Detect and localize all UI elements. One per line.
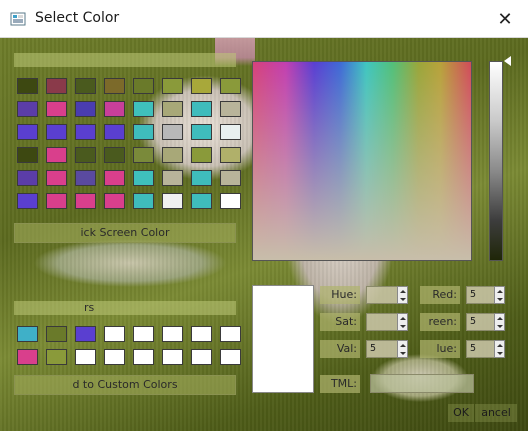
custom-color-swatch[interactable] bbox=[220, 326, 241, 342]
basic-color-swatch[interactable] bbox=[75, 124, 96, 140]
basic-color-swatch[interactable] bbox=[191, 101, 212, 117]
basic-color-swatch[interactable] bbox=[104, 78, 125, 94]
red-label: Red: bbox=[420, 286, 460, 304]
basic-color-swatch[interactable] bbox=[75, 193, 96, 209]
basic-color-swatch[interactable] bbox=[133, 170, 154, 186]
basic-color-swatch[interactable] bbox=[17, 170, 38, 186]
window-title: Select Color bbox=[35, 10, 120, 26]
title-bar: Select Color ✕ bbox=[0, 0, 528, 38]
basic-color-swatch[interactable] bbox=[75, 78, 96, 94]
custom-color-swatch[interactable] bbox=[17, 326, 38, 342]
custom-color-swatch[interactable] bbox=[133, 349, 154, 365]
basic-color-swatch[interactable] bbox=[220, 124, 241, 140]
basic-color-swatch[interactable] bbox=[104, 147, 125, 163]
basic-color-swatch[interactable] bbox=[17, 101, 38, 117]
dialog-body: ick Screen Color rs d to Custom Colors H… bbox=[0, 38, 528, 431]
basic-color-swatch[interactable] bbox=[46, 124, 67, 140]
green-spinner[interactable] bbox=[494, 313, 505, 331]
pick-screen-color-button[interactable]: ick Screen Color bbox=[14, 223, 236, 243]
custom-color-swatch[interactable] bbox=[191, 326, 212, 342]
cancel-button[interactable]: ancel bbox=[475, 404, 517, 422]
close-icon: ✕ bbox=[497, 8, 513, 30]
basic-color-swatch[interactable] bbox=[191, 147, 212, 163]
custom-color-swatch[interactable] bbox=[162, 326, 183, 342]
basic-color-swatch[interactable] bbox=[17, 147, 38, 163]
add-to-custom-colors-button[interactable]: d to Custom Colors bbox=[14, 375, 236, 395]
custom-color-swatch[interactable] bbox=[220, 349, 241, 365]
basic-color-swatch[interactable] bbox=[104, 124, 125, 140]
basic-color-swatch[interactable] bbox=[46, 170, 67, 186]
blue-label: lue: bbox=[420, 340, 460, 358]
custom-color-swatch[interactable] bbox=[133, 326, 154, 342]
basic-color-swatch[interactable] bbox=[17, 78, 38, 94]
luminance-slider[interactable] bbox=[489, 61, 503, 261]
basic-color-swatch[interactable] bbox=[104, 193, 125, 209]
basic-color-swatch[interactable] bbox=[191, 124, 212, 140]
basic-color-swatch[interactable] bbox=[162, 147, 183, 163]
sat-input[interactable] bbox=[366, 313, 398, 331]
custom-color-swatch[interactable] bbox=[46, 326, 67, 342]
basic-color-swatch[interactable] bbox=[162, 101, 183, 117]
custom-color-swatch[interactable] bbox=[75, 326, 96, 342]
basic-color-swatch[interactable] bbox=[17, 124, 38, 140]
basic-color-swatch[interactable] bbox=[17, 193, 38, 209]
custom-color-swatch[interactable] bbox=[46, 349, 67, 365]
basic-color-swatch[interactable] bbox=[46, 193, 67, 209]
basic-color-swatch[interactable] bbox=[133, 101, 154, 117]
basic-color-swatch[interactable] bbox=[162, 78, 183, 94]
ok-button[interactable]: OK bbox=[448, 404, 474, 422]
basic-color-swatch[interactable] bbox=[133, 78, 154, 94]
hue-spinner[interactable] bbox=[397, 286, 408, 304]
custom-color-swatch[interactable] bbox=[162, 349, 183, 365]
basic-color-swatch[interactable] bbox=[220, 78, 241, 94]
basic-color-swatch[interactable] bbox=[133, 147, 154, 163]
custom-color-swatch[interactable] bbox=[17, 349, 38, 365]
basic-color-swatch[interactable] bbox=[133, 124, 154, 140]
val-label: Val: bbox=[320, 340, 360, 358]
basic-color-swatch[interactable] bbox=[220, 101, 241, 117]
basic-color-swatch[interactable] bbox=[191, 78, 212, 94]
basic-color-swatch[interactable] bbox=[75, 101, 96, 117]
basic-color-swatch[interactable] bbox=[220, 147, 241, 163]
luminance-arrow-icon[interactable] bbox=[504, 56, 511, 66]
current-color-preview bbox=[252, 285, 314, 393]
sat-label: Sat: bbox=[320, 313, 360, 331]
custom-color-swatch[interactable] bbox=[75, 349, 96, 365]
basic-colors-label bbox=[14, 53, 236, 67]
basic-color-swatch[interactable] bbox=[104, 101, 125, 117]
custom-color-swatch[interactable] bbox=[104, 326, 125, 342]
basic-color-swatch[interactable] bbox=[75, 147, 96, 163]
sat-spinner[interactable] bbox=[397, 313, 408, 331]
basic-color-swatch[interactable] bbox=[220, 170, 241, 186]
basic-color-swatch[interactable] bbox=[133, 193, 154, 209]
basic-color-swatch[interactable] bbox=[46, 147, 67, 163]
basic-color-swatch[interactable] bbox=[191, 193, 212, 209]
basic-color-swatch[interactable] bbox=[46, 101, 67, 117]
basic-color-swatch[interactable] bbox=[162, 170, 183, 186]
val-input[interactable]: 5 bbox=[366, 340, 398, 358]
hue-label: Hue: bbox=[320, 286, 360, 304]
close-button[interactable]: ✕ bbox=[482, 0, 528, 38]
custom-color-swatch[interactable] bbox=[104, 349, 125, 365]
custom-colors-label: rs bbox=[14, 301, 236, 315]
color-dialog-icon bbox=[10, 12, 26, 26]
blue-spinner[interactable] bbox=[494, 340, 505, 358]
basic-color-swatch[interactable] bbox=[104, 170, 125, 186]
basic-color-swatch[interactable] bbox=[191, 170, 212, 186]
basic-color-swatch[interactable] bbox=[220, 193, 241, 209]
basic-color-swatch[interactable] bbox=[162, 193, 183, 209]
basic-color-swatch[interactable] bbox=[162, 124, 183, 140]
hue-input[interactable] bbox=[366, 286, 398, 304]
html-input[interactable] bbox=[370, 374, 474, 393]
basic-color-swatch[interactable] bbox=[46, 78, 67, 94]
custom-color-swatch[interactable] bbox=[191, 349, 212, 365]
red-spinner[interactable] bbox=[494, 286, 505, 304]
val-spinner[interactable] bbox=[397, 340, 408, 358]
green-label: reen: bbox=[420, 313, 460, 331]
html-label: TML: bbox=[320, 375, 360, 393]
basic-color-swatch[interactable] bbox=[75, 170, 96, 186]
color-spectrum[interactable] bbox=[252, 61, 472, 261]
